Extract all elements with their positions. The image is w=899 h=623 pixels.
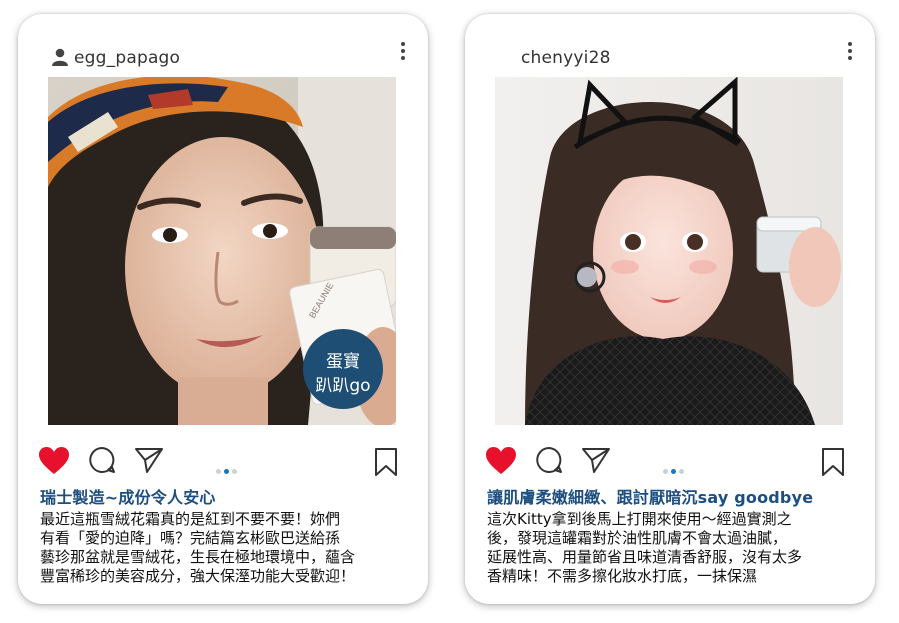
photo-illustration: BEAUNIE 蛋寶 趴趴go	[48, 77, 396, 425]
post-body: 這次Kitty拿到後馬上打開來使用～經過實測之 後，發現這罐霜對於油性肌膚不會太…	[487, 510, 861, 586]
body-line: 藝珍那盆就是雪絨花，生長在極地環境中，蘊含	[40, 548, 356, 566]
post-photo[interactable]	[495, 77, 843, 425]
body-line: 最近這瓶雪絨花霜真的是紅到不要不要！妳們	[40, 510, 341, 528]
action-bar	[38, 446, 408, 478]
badge-line-1: 蛋寶	[326, 351, 360, 372]
comment-icon[interactable]	[535, 446, 563, 474]
share-icon[interactable]	[581, 446, 611, 474]
post-header: egg_papago	[18, 42, 428, 72]
post-header: chenyyi28	[465, 42, 875, 72]
heart-icon[interactable]	[485, 446, 517, 476]
body-line: 後，發現這罐霜對於油性肌膚不會太過油膩，	[487, 529, 788, 547]
post-photo[interactable]: BEAUNIE 蛋寶 趴趴go	[48, 77, 396, 425]
carousel-dots	[216, 459, 240, 478]
body-line: 香精味！不需多擦化妝水打底，一抹保濕	[487, 567, 758, 585]
bookmark-icon[interactable]	[374, 448, 398, 476]
username[interactable]: chenyyi28	[521, 48, 611, 68]
comment-icon[interactable]	[88, 446, 116, 474]
body-line: 豐富稀珍的美容成分，強大保溼功能大受歡迎！	[40, 567, 356, 585]
photo-illustration	[495, 77, 843, 425]
heart-icon[interactable]	[38, 446, 70, 476]
bookmark-icon[interactable]	[821, 448, 845, 476]
carousel-dots	[663, 459, 687, 478]
post-title: 瑞士製造~成份令人安心	[40, 488, 216, 507]
body-line: 這次Kitty拿到後馬上打開來使用～經過實測之	[487, 510, 792, 528]
post-title: 讓肌膚柔嫩細緻、跟討厭暗沉say goodbye	[487, 488, 814, 507]
share-icon[interactable]	[134, 446, 164, 474]
action-bar	[485, 446, 855, 478]
post-card: egg_papago BEAUNIE 蛋寶 趴趴go 瑞士製造~成份令人安心 最…	[18, 14, 428, 604]
body-line: 延展性高、用量節省且味道清香舒服，沒有太多	[487, 548, 803, 566]
more-options-icon[interactable]	[400, 42, 406, 62]
user-icon	[52, 48, 68, 66]
badge-line-2: 趴趴go	[315, 376, 370, 396]
post-body: 最近這瓶雪絨花霜真的是紅到不要不要！妳們 有看「愛的迫降」嗎？完結篇玄彬歐巴送給…	[40, 510, 414, 586]
body-line: 有看「愛的迫降」嗎？完結篇玄彬歐巴送給孫	[40, 529, 341, 547]
post-card: chenyyi28 讓肌膚柔嫩細緻、跟討厭暗沉say goodbye 這次Kit…	[465, 14, 875, 604]
more-options-icon[interactable]	[847, 42, 853, 62]
username[interactable]: egg_papago	[74, 48, 180, 68]
